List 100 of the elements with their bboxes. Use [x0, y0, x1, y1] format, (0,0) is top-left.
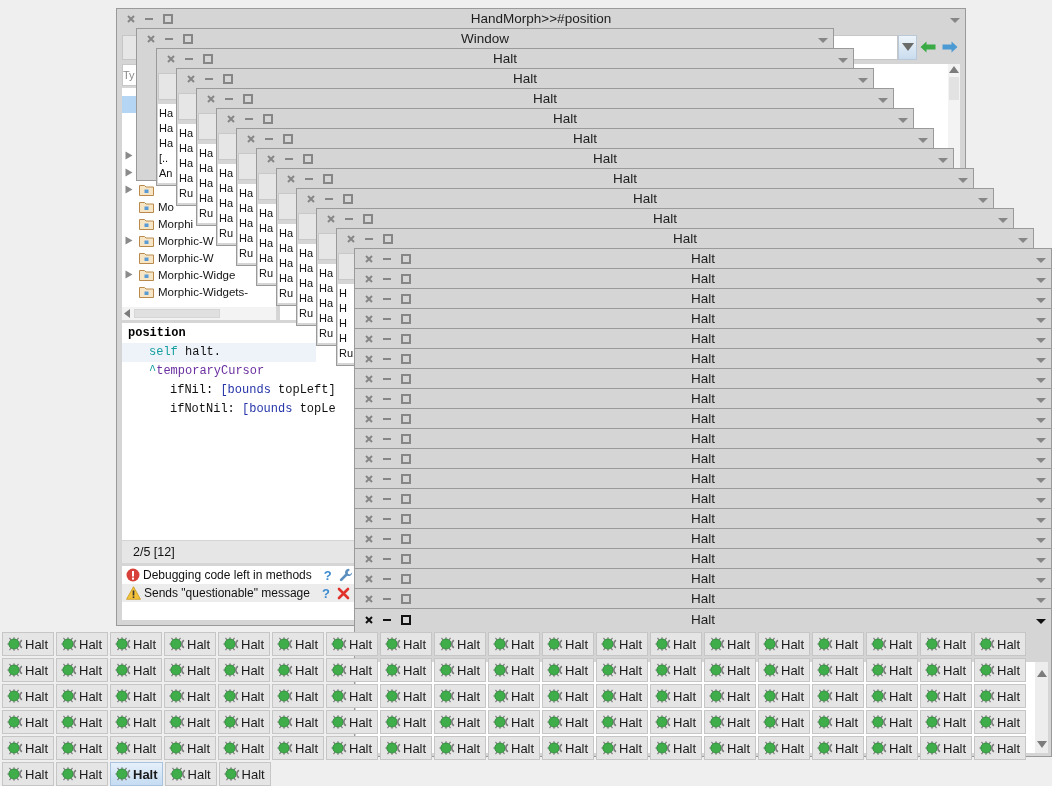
taskbar-button[interactable]: Halt: [920, 684, 972, 708]
taskbar-button[interactable]: Halt: [326, 710, 378, 734]
tree-row[interactable]: Morphic-Widgets-: [122, 283, 250, 300]
taskbar-button[interactable]: Halt: [110, 658, 162, 682]
toolbar-button[interactable]: [338, 253, 354, 280]
vertical-scrollbar[interactable]: [948, 64, 960, 168]
taskbar-button[interactable]: Halt: [812, 710, 864, 734]
taskbar-button[interactable]: Halt: [326, 658, 378, 682]
taskbar-button[interactable]: Halt: [380, 736, 432, 760]
dropdown-button[interactable]: [898, 34, 917, 60]
taskbar-button[interactable]: Halt: [110, 684, 162, 708]
tree-row[interactable]: Morphi: [122, 215, 195, 232]
taskbar-button[interactable]: Halt: [650, 658, 702, 682]
stack-item[interactable]: Ha: [179, 156, 194, 171]
stack-item[interactable]: Ha: [239, 201, 254, 216]
taskbar-button[interactable]: Halt: [596, 736, 648, 760]
stack-item[interactable]: Ha: [199, 146, 214, 161]
taskbar-button[interactable]: Halt: [650, 736, 702, 760]
taskbar-button[interactable]: Halt: [2, 710, 54, 734]
taskbar-button[interactable]: Halt: [758, 632, 810, 656]
taskbar-button[interactable]: Halt: [704, 658, 756, 682]
taskbar-button[interactable]: Halt: [758, 658, 810, 682]
taskbar-button[interactable]: Halt: [866, 658, 918, 682]
stack-item[interactable]: Ha: [199, 191, 214, 206]
tree-row[interactable]: Morphic-W: [122, 249, 215, 266]
stack-item[interactable]: Ha: [319, 311, 334, 326]
taskbar-button[interactable]: Halt: [218, 762, 271, 786]
right-arrow-icon[interactable]: [942, 41, 958, 53]
taskbar-button[interactable]: Halt: [380, 632, 432, 656]
stack-item[interactable]: Ha: [219, 181, 234, 196]
stack-item[interactable]: Ha: [179, 171, 194, 186]
taskbar-button[interactable]: Halt: [812, 684, 864, 708]
taskbar-button[interactable]: Halt: [974, 658, 1026, 682]
taskbar-button[interactable]: Halt: [434, 684, 486, 708]
taskbar-button[interactable]: Halt: [704, 710, 756, 734]
taskbar-button[interactable]: Halt: [542, 632, 594, 656]
taskbar-button[interactable]: Halt: [164, 762, 217, 786]
taskbar-button[interactable]: Halt: [650, 632, 702, 656]
taskbar-button[interactable]: Halt: [218, 658, 270, 682]
stack-item[interactable]: Ha: [279, 256, 294, 271]
taskbar-button[interactable]: Halt: [596, 684, 648, 708]
scrollbar-thumb[interactable]: [134, 309, 220, 318]
toolbar-button[interactable]: [318, 233, 336, 260]
taskbar-button[interactable]: Halt: [110, 710, 162, 734]
stack-item[interactable]: Ha: [199, 176, 214, 191]
taskbar-button[interactable]: Halt: [326, 736, 378, 760]
stack-item[interactable]: Ru: [319, 326, 334, 341]
stack-item[interactable]: [..: [159, 151, 169, 166]
taskbar-button[interactable]: Halt: [542, 658, 594, 682]
toolbar-button[interactable]: [178, 93, 196, 120]
taskbar-button[interactable]: Halt: [650, 684, 702, 708]
taskbar-button[interactable]: Halt: [2, 658, 54, 682]
taskbar-button[interactable]: Halt: [866, 684, 918, 708]
toolbar-button[interactable]: [298, 213, 316, 240]
taskbar-button[interactable]: Halt: [866, 632, 918, 656]
disclosure-triangle-icon[interactable]: [125, 236, 133, 245]
toolbar-button[interactable]: [198, 113, 216, 140]
stack-item[interactable]: H: [339, 301, 347, 316]
toolbar-button[interactable]: [258, 173, 276, 200]
taskbar-button[interactable]: Halt: [542, 736, 594, 760]
stack-item[interactable]: Ha: [259, 206, 274, 221]
taskbar-button[interactable]: Halt: [974, 684, 1026, 708]
taskbar-button[interactable]: Halt: [164, 658, 216, 682]
maximize-icon[interactable]: [401, 615, 411, 625]
taskbar-button[interactable]: Halt: [704, 736, 756, 760]
stack-item[interactable]: Ha: [299, 261, 314, 276]
stack-item[interactable]: Ha: [319, 266, 334, 281]
stack-item[interactable]: Ha: [299, 276, 314, 291]
taskbar-button[interactable]: Halt: [920, 658, 972, 682]
stack-item[interactable]: Ha: [239, 186, 254, 201]
stack-item[interactable]: Ru: [239, 246, 254, 261]
disclosure-triangle-icon[interactable]: [125, 151, 133, 160]
toolbar-button[interactable]: [158, 73, 176, 100]
stack-item[interactable]: Ru: [199, 206, 214, 221]
taskbar-button[interactable]: Halt: [380, 684, 432, 708]
taskbar-button[interactable]: Halt: [434, 632, 486, 656]
taskbar-button[interactable]: Halt: [596, 632, 648, 656]
caret-icon[interactable]: [1036, 618, 1046, 624]
taskbar-button[interactable]: Halt: [272, 736, 324, 760]
taskbar-button[interactable]: Halt: [56, 710, 108, 734]
taskbar-button[interactable]: Halt: [164, 684, 216, 708]
taskbar-button[interactable]: Halt: [812, 736, 864, 760]
taskbar-button[interactable]: Halt: [272, 684, 324, 708]
taskbar-button[interactable]: Halt: [56, 658, 108, 682]
left-arrow-icon[interactable]: [920, 41, 936, 53]
stack-item[interactable]: Ha: [259, 251, 274, 266]
stack-item[interactable]: Ha: [279, 271, 294, 286]
stack-item[interactable]: Ha: [299, 291, 314, 306]
vertical-scrollbar[interactable]: [1035, 662, 1048, 753]
search-field[interactable]: Ty: [122, 64, 136, 86]
taskbar-button[interactable]: Halt: [650, 710, 702, 734]
stack-item[interactable]: Ru: [179, 186, 194, 201]
taskbar-button[interactable]: Halt: [920, 632, 972, 656]
stack-item[interactable]: Ha: [299, 246, 314, 261]
taskbar-button[interactable]: Halt: [434, 710, 486, 734]
disclosure-triangle-icon[interactable]: [125, 168, 133, 177]
taskbar-button[interactable]: Halt: [920, 710, 972, 734]
taskbar-button[interactable]: Halt: [218, 632, 270, 656]
taskbar-button[interactable]: Halt: [488, 632, 540, 656]
stack-item[interactable]: Ha: [179, 126, 194, 141]
